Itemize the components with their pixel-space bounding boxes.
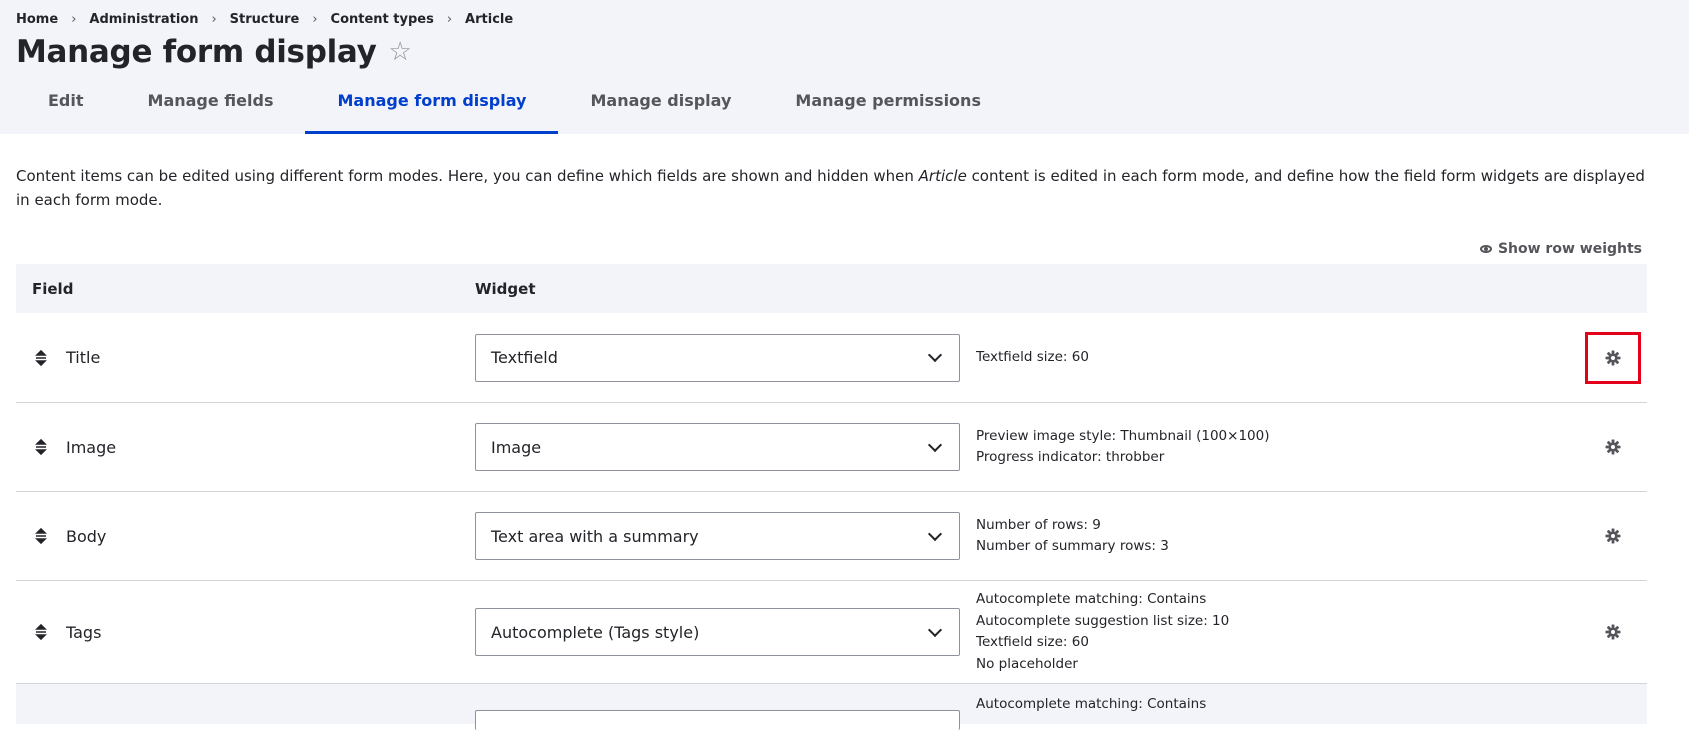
field-name: Body: [66, 526, 107, 546]
breadcrumb-separator: ›: [446, 12, 453, 27]
drag-handle-icon[interactable]: [34, 349, 48, 366]
chevron-down-icon: [927, 526, 943, 541]
gear-icon[interactable]: [1585, 606, 1641, 658]
gear-icon[interactable]: [1585, 421, 1641, 473]
page-description: Content items can be edited using differ…: [16, 167, 1645, 209]
table-row: Body Text area with a summary Number of …: [16, 492, 1647, 581]
page-title: Manage form display: [16, 34, 377, 70]
gear-icon[interactable]: [1585, 331, 1641, 384]
table-row: Title Textfield Textfield size: 60: [16, 313, 1647, 403]
chevron-down-icon: [927, 347, 943, 363]
widget-summary: Preview image style: Thumbnail (100×100)…: [976, 427, 1270, 466]
breadcrumb-administration[interactable]: Administration: [89, 12, 198, 27]
breadcrumb-article[interactable]: Article: [465, 12, 513, 27]
primary-tabs: Edit Manage fields Manage form display M…: [16, 90, 1013, 134]
breadcrumb-separator: ›: [211, 12, 217, 27]
breadcrumb-structure[interactable]: Structure: [230, 12, 300, 27]
field-name: Image: [66, 437, 117, 457]
widget-summary: Autocomplete matching: Contains Autocomp…: [976, 591, 1230, 672]
widget-select[interactable]: [475, 710, 960, 730]
breadcrumb-separator: ›: [71, 12, 77, 27]
drag-handle-icon[interactable]: [34, 528, 48, 544]
table-row: Tags Autocomplete (Tags style) Autocompl…: [16, 581, 1647, 684]
tab-edit[interactable]: Edit: [16, 90, 116, 134]
breadcrumb-home[interactable]: Home: [16, 12, 58, 27]
widget-select[interactable]: Image: [475, 423, 960, 471]
page-header: Home › Administration › Structure › Cont…: [0, 0, 1689, 134]
column-header-widget: Widget: [475, 279, 536, 298]
drag-handle-icon[interactable]: [34, 439, 48, 455]
widget-select[interactable]: Textfield: [475, 333, 960, 382]
table-header: Field Widget: [16, 264, 1647, 313]
tab-manage-form-display[interactable]: Manage form display: [305, 90, 559, 134]
tab-manage-display[interactable]: Manage display: [558, 90, 763, 134]
breadcrumb-content-types[interactable]: Content types: [331, 12, 434, 27]
table-row: Autocomplete matching: Contains: [16, 684, 1647, 730]
star-icon[interactable]: ☆: [389, 39, 412, 65]
breadcrumb: Home › Administration › Structure › Cont…: [16, 12, 513, 27]
drag-handle-icon[interactable]: [34, 624, 48, 640]
widget-select[interactable]: Autocomplete (Tags style): [475, 608, 960, 656]
column-header-field: Field: [32, 279, 74, 298]
field-name: Tags: [66, 622, 102, 642]
fields-table: Field Widget Title Textfield Textfield s…: [16, 264, 1647, 730]
chevron-down-icon: [927, 622, 943, 637]
eye-icon: [1479, 245, 1492, 253]
breadcrumb-separator: ›: [312, 12, 318, 27]
gear-icon-placeholder: [1585, 684, 1641, 724]
gear-icon[interactable]: [1585, 510, 1641, 562]
show-row-weights-button[interactable]: Show row weights: [1479, 241, 1642, 257]
widget-summary: Textfield size: 60: [976, 348, 1089, 365]
tab-manage-permissions[interactable]: Manage permissions: [763, 90, 1013, 134]
chevron-down-icon: [927, 437, 943, 452]
tab-manage-fields[interactable]: Manage fields: [116, 90, 306, 134]
field-name: Title: [66, 348, 101, 367]
widget-select[interactable]: Text area with a summary: [475, 512, 960, 560]
widget-summary: Number of rows: 9 Number of summary rows…: [976, 516, 1169, 555]
table-row: Image Image Preview image style: Thumbna…: [16, 403, 1647, 492]
widget-summary: Autocomplete matching: Contains: [976, 696, 1207, 712]
